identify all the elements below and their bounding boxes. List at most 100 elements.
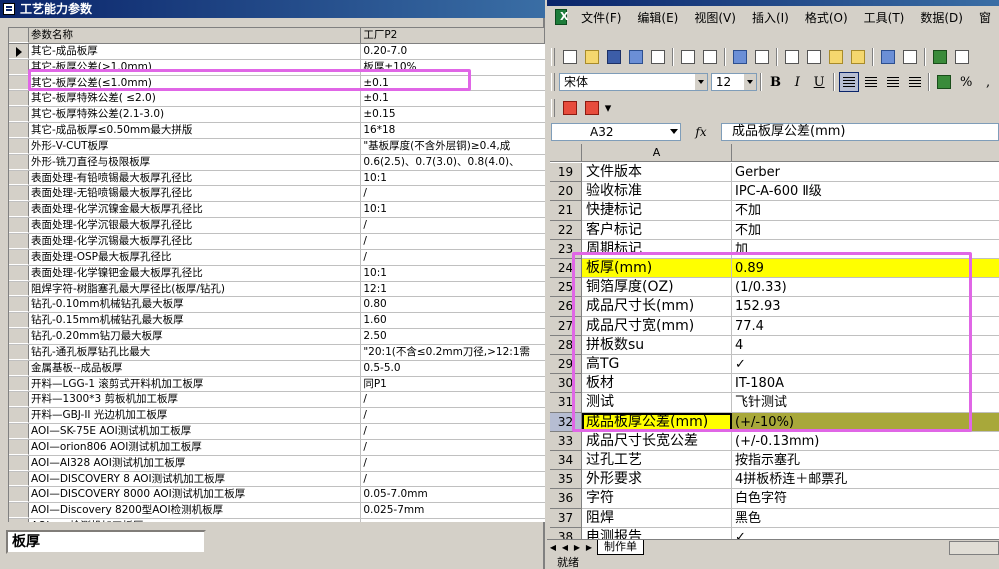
param-name-cell[interactable]: AOI—orion806 AOI测试机加工板厚 (29, 439, 362, 455)
cell-a[interactable]: 外形要求 (582, 470, 732, 490)
param-name-cell[interactable]: 其它-成品板厚 (29, 43, 362, 59)
print-preview-icon[interactable] (700, 47, 720, 67)
save-icon[interactable] (604, 47, 624, 67)
format-painter-icon[interactable] (848, 47, 868, 67)
param-value-cell[interactable]: ±0.1 (361, 91, 545, 106)
cell-b[interactable]: 不加 (732, 221, 999, 240)
first-sheet-icon[interactable]: ◀ (547, 542, 559, 554)
params-row[interactable]: 钻孔-0.20mm钻刀最大板厚 2.50 (9, 329, 545, 345)
cell-a[interactable]: 文件版本 (582, 163, 732, 183)
row-indicator[interactable] (9, 170, 29, 186)
params-row[interactable]: 其它-成品板厚 0.20-7.0 (9, 43, 545, 60)
chevron-down-icon[interactable] (694, 74, 707, 90)
row-indicator[interactable] (9, 75, 29, 91)
param-name-cell[interactable]: 表面处理-化学镍钯金最大板厚孔径比 (29, 265, 362, 281)
param-name-cell[interactable]: 外形-铣刀直径与极限板厚 (29, 154, 362, 170)
row-indicator[interactable] (9, 218, 29, 233)
params-row[interactable]: 开料—LGG-1 滚剪式开料机加工板厚 同P1 (9, 376, 545, 393)
param-value-cell[interactable]: / (361, 440, 545, 455)
param-value-cell[interactable]: "20:1(不含≤0.2mm刀径,>12:1需 (361, 345, 545, 360)
comma-style-icon[interactable]: , (978, 72, 998, 92)
row-header[interactable]: 37 (550, 508, 582, 528)
print-icon[interactable] (678, 47, 698, 67)
param-value-cell[interactable]: "基板厚度(不含外层铜)≥0.4,成 (361, 139, 545, 154)
params-row[interactable]: 其它-板厚特殊公差(2.1-3.0) ±0.15 (9, 107, 545, 124)
params-row[interactable]: 表面处理-化学沉银最大板厚孔径比 / (9, 218, 545, 234)
copy-icon[interactable] (804, 47, 824, 67)
cell-b[interactable]: 按指示塞孔 (732, 451, 999, 471)
row-header[interactable]: 21 (550, 201, 582, 221)
row-header[interactable]: 20 (550, 182, 582, 202)
research-icon[interactable] (752, 47, 772, 67)
align-center-icon[interactable] (861, 72, 881, 92)
toolbar-grip[interactable] (551, 99, 555, 117)
params-row[interactable]: 表面处理-化学沉镍金最大板厚孔径比 10:1 (9, 202, 545, 219)
row-header[interactable]: 34 (550, 451, 582, 471)
sheet-tab[interactable]: 制作单 (597, 540, 644, 555)
param-value-cell[interactable]: 0.025-7mm (361, 503, 545, 518)
cell-b[interactable]: Gerber (732, 163, 999, 183)
params-row[interactable]: 其它-成品板厚≤0.50mm最大拼版 16*18 (9, 123, 545, 139)
row-indicator[interactable] (9, 265, 29, 281)
param-name-cell[interactable]: 阻焊字符-树脂塞孔最大厚径比(板厚/钻孔) (29, 281, 362, 297)
param-value-cell[interactable]: 0.5-5.0 (361, 361, 545, 376)
params-row[interactable]: 表面处理-OSP最大板厚孔径比 / (9, 249, 545, 266)
params-row[interactable]: 金属基板--成品板厚 0.5-5.0 (9, 360, 545, 377)
new-icon[interactable] (560, 47, 580, 67)
row-indicator[interactable] (9, 249, 29, 265)
cell-a[interactable]: 成品尺寸长宽公差 (582, 431, 732, 451)
params-row[interactable]: 表面处理-化学镍钯金最大板厚孔径比 10:1 (9, 265, 545, 282)
paste-icon[interactable] (826, 47, 846, 67)
row-header[interactable]: 19 (550, 163, 582, 183)
param-value-cell[interactable]: 1.60 (361, 313, 545, 328)
param-name-cell[interactable]: 钻孔-通孔板厚钻孔比最大 (29, 344, 362, 360)
params-row[interactable]: 表面处理-无铅喷锡最大板厚孔径比 / (9, 186, 545, 203)
params-row[interactable]: 钻孔-0.10mm机械钻孔最大板厚 0.80 (9, 297, 545, 314)
cell-a[interactable]: 过孔工艺 (582, 451, 732, 471)
params-row[interactable]: AOI—Discovery 8200型AOI检测机板厚 0.025-7mm (9, 503, 545, 520)
row-indicator[interactable] (9, 313, 29, 329)
cell-a[interactable]: 阻焊 (582, 508, 732, 528)
row-indicator[interactable] (9, 344, 29, 360)
row-indicator[interactable] (9, 202, 29, 218)
row-indicator[interactable] (9, 471, 29, 487)
param-value-cell[interactable]: / (361, 186, 545, 201)
row-indicator[interactable] (9, 376, 29, 392)
row-indicator[interactable] (9, 138, 29, 154)
row-indicator[interactable] (9, 59, 29, 75)
param-name-cell[interactable]: 钻孔-0.15mm机械钻孔最大板厚 (29, 313, 362, 329)
menu-window[interactable]: 窗 (971, 9, 999, 26)
param-value-cell[interactable]: / (361, 408, 545, 423)
cell-a[interactable]: 字符 (582, 489, 732, 509)
toolbar-grip[interactable] (551, 48, 555, 66)
param-name-cell[interactable]: 表面处理-化学沉镍金最大板厚孔径比 (29, 202, 362, 218)
param-value-cell[interactable]: 0.80 (361, 297, 545, 312)
permission-icon[interactable] (626, 47, 646, 67)
row-indicator[interactable] (9, 123, 29, 138)
param-value-cell[interactable]: 2.50 (361, 329, 545, 344)
param-value-cell[interactable]: 12:1 (361, 282, 545, 297)
column-header-a[interactable]: A (582, 144, 732, 161)
column-header-param-name[interactable]: 参数名称 (28, 28, 362, 43)
font-name-select[interactable]: 宋体 (558, 73, 708, 91)
row-indicator[interactable] (9, 455, 29, 471)
param-value-cell[interactable]: / (361, 392, 545, 407)
cell-b[interactable]: (+/-0.13mm) (732, 432, 999, 451)
menu-tools[interactable]: 工具(T) (856, 9, 913, 26)
param-name-cell[interactable]: 金属基板--成品板厚 (29, 360, 362, 376)
param-name-cell[interactable]: 外形-V-CUT板厚 (29, 138, 362, 154)
row-indicator[interactable] (9, 519, 29, 522)
row-indicator[interactable] (9, 91, 29, 107)
row-header[interactable]: 36 (550, 489, 582, 509)
param-value-cell[interactable]: / (361, 472, 545, 487)
param-name-cell[interactable]: AOI—SK-75E AOI测试机加工板厚 (29, 424, 362, 439)
param-name-cell[interactable]: 其它-板厚特殊公差(2.1-3.0) (29, 107, 362, 123)
menu-format[interactable]: 格式(O) (797, 9, 856, 26)
underline-button[interactable]: U (809, 72, 829, 92)
params-row[interactable]: AOI—...检测机加工板厚... (9, 519, 545, 522)
column-header-b[interactable] (732, 144, 999, 161)
cell-b[interactable]: 黑色 (732, 509, 999, 528)
row-header[interactable]: 35 (550, 470, 582, 490)
menu-edit[interactable]: 编辑(E) (629, 9, 686, 26)
param-value-cell[interactable]: 10:1 (361, 171, 545, 186)
